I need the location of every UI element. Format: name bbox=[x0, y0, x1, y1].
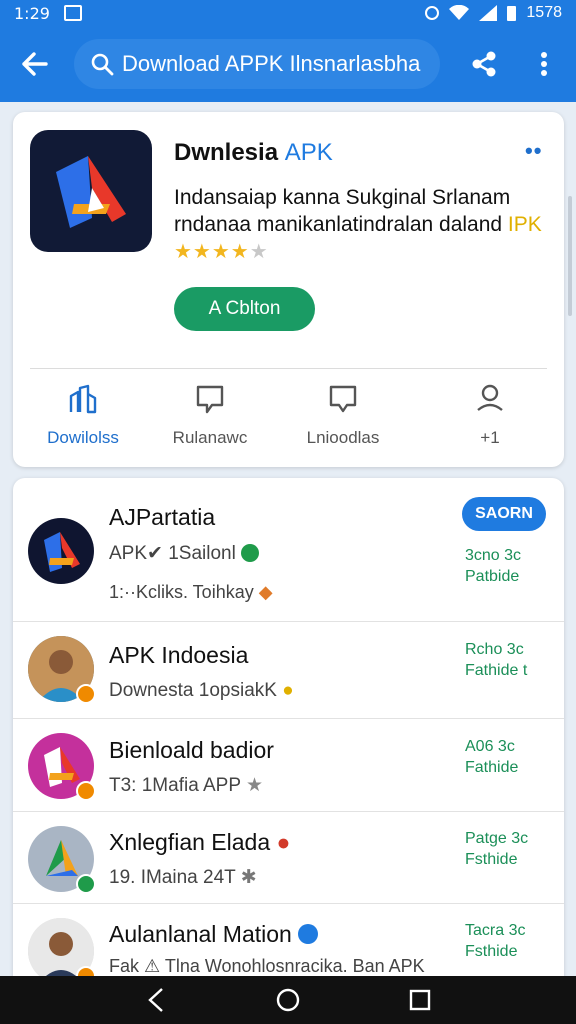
verified-icon bbox=[241, 544, 260, 562]
item-title: Xnlegfian Elada ● bbox=[109, 829, 291, 855]
avatar bbox=[28, 918, 96, 986]
app-logo-icon bbox=[44, 532, 80, 572]
app-logo[interactable] bbox=[30, 130, 152, 252]
app-logo-icon bbox=[56, 156, 126, 228]
tab-info[interactable]: Lnioodlas bbox=[278, 380, 408, 448]
list-item[interactable]: AJPartatia APK✔ 1Sailonl 1:··Kcliks. Toi… bbox=[13, 478, 564, 622]
person-icon bbox=[477, 384, 503, 411]
emoji-icon: ● bbox=[276, 829, 291, 855]
app-menu-dots[interactable]: •• bbox=[525, 138, 542, 164]
list-item[interactable]: Bienloald badior T3: 1Mafia APP ★ A06 3c… bbox=[13, 719, 564, 812]
tab-profile[interactable]: +1 bbox=[425, 380, 555, 448]
avatar bbox=[28, 518, 94, 584]
battery-icon bbox=[507, 5, 517, 21]
back-button[interactable] bbox=[0, 26, 70, 102]
share-icon bbox=[472, 51, 496, 77]
alarm-icon bbox=[425, 6, 440, 20]
item-title: AJPartatia bbox=[109, 504, 216, 530]
gear-icon: ✱ bbox=[240, 867, 257, 888]
wifi-icon bbox=[449, 5, 470, 20]
emoji-icon: ● bbox=[282, 680, 294, 701]
item-subtitle: Fak ⚠ Tlna Wonohlosnracika. Ban APK bbox=[109, 956, 425, 976]
badge-icon bbox=[76, 874, 96, 894]
status-time: 1:29 bbox=[14, 3, 50, 23]
item-stats: Patge 3c Fsthide bbox=[465, 830, 529, 868]
star-icon: ★ bbox=[245, 775, 263, 796]
nav-back-icon bbox=[148, 988, 163, 1012]
item-subtitle: T3: 1Mafia APP ★ bbox=[109, 775, 263, 796]
item-subtitle: APK✔ 1Sailonl bbox=[109, 542, 260, 565]
badge-icon bbox=[76, 781, 96, 801]
list-item[interactable]: Xnlegfian Elada ● 19. IMaina 24T ✱ Patge… bbox=[13, 812, 564, 904]
avatar bbox=[28, 826, 96, 894]
app-toolbar: Download APPK Ilnsnarlasbha bbox=[0, 26, 576, 102]
nav-home-icon bbox=[276, 988, 300, 1012]
signal-icon bbox=[479, 5, 498, 21]
scrollbar[interactable] bbox=[568, 196, 572, 316]
item-subtitle: 19. IMaina 24T ✱ bbox=[109, 867, 257, 888]
system-nav-bar bbox=[0, 976, 576, 1024]
sticker-icon: ◆ bbox=[258, 582, 273, 602]
battery-level: 1578 bbox=[526, 4, 562, 21]
item-stats: Tacra 3c Fsthide bbox=[465, 922, 526, 960]
comment-icon bbox=[196, 385, 224, 414]
install-button[interactable]: A Cblton bbox=[174, 287, 315, 331]
app-title: Dwnlesia APK bbox=[174, 139, 333, 166]
item-title: Aulanlanal Mation bbox=[109, 921, 319, 948]
app-description: Indansaiap kanna Sukginal Srlanam rndana… bbox=[174, 186, 542, 236]
badge-icon bbox=[76, 684, 96, 704]
item-stats: Rcho 3c Fathide t bbox=[465, 641, 528, 679]
avatar bbox=[28, 733, 96, 801]
more-vert-icon bbox=[541, 52, 547, 76]
divider bbox=[30, 368, 547, 369]
share-button[interactable] bbox=[462, 40, 506, 88]
search-field[interactable]: Download APPK Ilnsnarlasbha bbox=[74, 39, 440, 89]
verified-icon bbox=[298, 924, 319, 944]
avatar bbox=[28, 636, 96, 704]
item-subtitle: Downesta 1opsiakK ● bbox=[109, 680, 294, 701]
nav-recents-icon bbox=[409, 989, 431, 1011]
nav-home-button[interactable] bbox=[268, 980, 308, 1020]
item-stats: 3cno 3c Patbide bbox=[465, 547, 522, 585]
tab-reviews[interactable]: Rulanawc bbox=[145, 380, 275, 448]
nav-recents-button[interactable] bbox=[400, 980, 440, 1020]
download-icon bbox=[69, 384, 97, 414]
more-options-button[interactable] bbox=[522, 40, 566, 88]
follow-button[interactable]: SAORN bbox=[462, 497, 546, 531]
list-item[interactable]: APK Indoesia Downesta 1opsiakK ● Rcho 3c… bbox=[13, 622, 564, 719]
search-query: Download APPK Ilnsnarlasbha bbox=[122, 51, 421, 76]
chat-icon bbox=[329, 385, 357, 413]
item-meta: 1:··Kcliks. Toihkay ◆ bbox=[109, 582, 273, 602]
item-title: Bienloald badior bbox=[109, 737, 274, 763]
rating-stars: ★★★★★ bbox=[174, 241, 269, 263]
notification-icon bbox=[63, 5, 82, 21]
tab-downloads[interactable]: Dowilolss bbox=[18, 380, 148, 448]
nav-back-button[interactable] bbox=[136, 980, 176, 1020]
item-stats: A06 3c Fathide bbox=[465, 738, 519, 776]
results-list: AJPartatia APK✔ 1Sailonl 1:··Kcliks. Toi… bbox=[13, 478, 564, 998]
app-detail-card: Dwnlesia APK •• Indansaiap kanna Sukgina… bbox=[13, 112, 564, 467]
status-bar: 1:29 1578 bbox=[0, 0, 576, 26]
arrow-back-icon bbox=[22, 52, 48, 76]
search-icon bbox=[91, 53, 114, 76]
item-title: APK Indoesia bbox=[109, 642, 249, 668]
